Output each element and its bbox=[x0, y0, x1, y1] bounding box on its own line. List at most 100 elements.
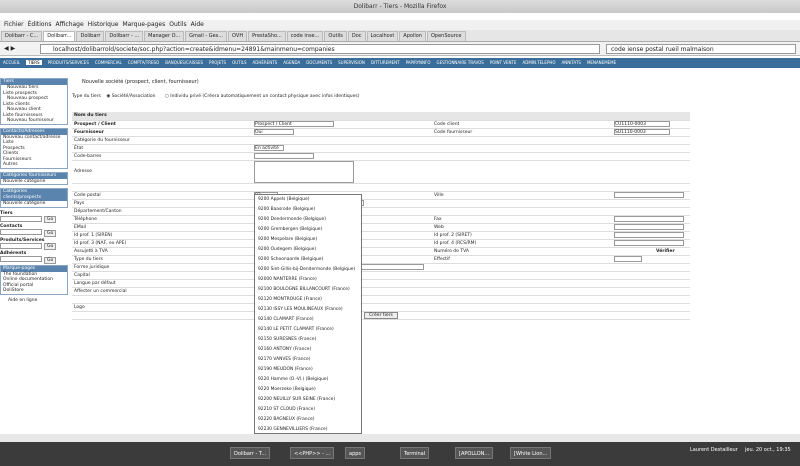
browser-tab[interactable]: Doc bbox=[347, 30, 366, 41]
taskbar-item[interactable]: Dolibarr - T... bbox=[230, 447, 271, 459]
zip-suggestion[interactable]: 9200 Appels (Belgique) bbox=[255, 195, 361, 205]
browser-tab[interactable]: Outils bbox=[324, 30, 347, 41]
main-menu-item[interactable]: MENANEMEME bbox=[587, 60, 616, 65]
main-menu-item[interactable]: ADMIN.TELEPHO bbox=[523, 60, 556, 65]
zip-suggestion[interactable]: 92160 ANTONY (France) bbox=[255, 345, 361, 355]
sidebar-link[interactable]: Nouvelle catégorie bbox=[1, 201, 67, 207]
browser-tab[interactable]: Apollon bbox=[399, 30, 426, 41]
search-input[interactable]: code iense postal rueil malmaison bbox=[606, 44, 796, 54]
zip-suggestion[interactable]: 92140 CLAMART (France) bbox=[255, 315, 361, 325]
zip-suggestion[interactable]: 92140 LE PETIT CLAMART (France) bbox=[255, 325, 361, 335]
main-menu-item[interactable]: ANNITATS bbox=[562, 60, 581, 65]
taskbar-item[interactable]: Terminal bbox=[400, 447, 430, 459]
radio-company[interactable]: ◉ Société/Association bbox=[106, 94, 155, 99]
sidebar-link[interactable]: DoliStore bbox=[1, 288, 67, 294]
search-field[interactable] bbox=[0, 242, 42, 249]
back-icon[interactable]: ◀ bbox=[4, 45, 9, 52]
staff-select[interactable] bbox=[614, 255, 642, 262]
zip-suggestion[interactable]: 9200 Oudegem (Belgique) bbox=[255, 245, 361, 255]
menu-item[interactable]: Affichage bbox=[56, 21, 84, 28]
menu-item[interactable]: Marque-pages bbox=[122, 21, 165, 28]
text-field[interactable] bbox=[254, 152, 314, 159]
browser-tab[interactable]: code inse... bbox=[286, 30, 324, 41]
zip-suggestion[interactable]: 92100 BOULOGNE BILLANCOURT (France) bbox=[255, 285, 361, 295]
zip-suggestion[interactable]: 92230 GENNEVILLIERS (France) bbox=[255, 425, 361, 433]
main-menu-item[interactable]: ACCUEIL bbox=[3, 60, 20, 65]
browser-tab[interactable]: Dolibarr - C... bbox=[1, 30, 43, 41]
main-menu-item[interactable]: COMPTA/TRESO bbox=[128, 60, 159, 65]
status-select[interactable]: En activité bbox=[254, 144, 284, 151]
main-menu-item[interactable]: PRODUITS/SERVICES bbox=[48, 60, 89, 65]
zip-suggestion[interactable]: 9220 Moerzeke (Belgique) bbox=[255, 385, 361, 395]
search-field[interactable] bbox=[0, 215, 42, 222]
sidebar-link[interactable]: Autres bbox=[1, 162, 67, 168]
menu-item[interactable]: Fichier bbox=[4, 21, 24, 28]
radio-individual[interactable]: ○ Individu privé (Créera automatiquement… bbox=[165, 94, 360, 99]
supplier-select[interactable]: Oui bbox=[254, 128, 294, 135]
zip-suggestion[interactable]: 92000 NANTERRE (France) bbox=[255, 275, 361, 285]
prospect-select[interactable]: Prospect / Client bbox=[254, 120, 334, 127]
zip-suggestion[interactable]: 9200 Mespelare (Belgique) bbox=[255, 235, 361, 245]
main-menu-item[interactable]: TIERS bbox=[26, 60, 42, 65]
taskbar-item[interactable]: <<PHP>> - ... bbox=[290, 447, 335, 459]
zip-suggestion[interactable]: 9200 Schoonaarde (Belgique) bbox=[255, 255, 361, 265]
zip-suggestion[interactable]: 92220 BAGNEUX (France) bbox=[255, 415, 361, 425]
go-button[interactable]: Go bbox=[44, 229, 57, 237]
zip-suggestion[interactable]: 92190 MEUDON (France) bbox=[255, 365, 361, 375]
browser-tab[interactable]: OVH bbox=[228, 30, 248, 41]
go-button[interactable]: Go bbox=[44, 216, 57, 223]
taskbar-item[interactable]: [White Lion... bbox=[510, 447, 552, 459]
main-menu-item[interactable]: DITTUREMENT bbox=[371, 60, 400, 65]
zip-suggestion[interactable]: 9200 Dendermonde (Belgique) bbox=[255, 215, 361, 225]
zip-suggestion[interactable]: 92210 ST CLOUD (France) bbox=[255, 405, 361, 415]
zip-suggestion[interactable]: 92120 MONTROUGE (France) bbox=[255, 295, 361, 305]
browser-tab[interactable]: Dolibarr bbox=[76, 30, 105, 41]
main-menu-item[interactable]: OUTILS bbox=[232, 60, 246, 65]
menu-item[interactable]: Éditions bbox=[28, 21, 52, 28]
main-menu-item[interactable]: AGENDA bbox=[283, 60, 300, 65]
zip-suggestion[interactable]: 92130 ISSY LES MOULINEAUX (France) bbox=[255, 305, 361, 315]
main-menu-item[interactable]: GESTIONNAIRE TRAVOS bbox=[437, 60, 484, 65]
taskbar-item[interactable]: [APOLLON... bbox=[455, 447, 494, 459]
browser-tab[interactable]: Manager O... bbox=[144, 30, 185, 41]
menu-item[interactable]: Outils bbox=[169, 21, 186, 28]
browser-tab[interactable]: Dolibarr - ... bbox=[105, 30, 144, 41]
address-textarea[interactable] bbox=[254, 160, 354, 183]
verify-link[interactable]: Vérifier bbox=[656, 249, 675, 254]
search-field[interactable] bbox=[0, 229, 42, 235]
sidebar-link[interactable]: Nouveau fournisseur bbox=[1, 118, 67, 124]
zip-suggestion[interactable]: 92200 NEUILLY SUR SEINE (France) bbox=[255, 395, 361, 405]
browser-tab[interactable]: Gmail - Ges... bbox=[185, 30, 228, 41]
create-button[interactable]: Créer tiers bbox=[364, 311, 398, 319]
search-field[interactable] bbox=[0, 256, 42, 262]
main-menu-item[interactable]: COMMERCIAL bbox=[95, 60, 122, 65]
text-field[interactable] bbox=[614, 191, 684, 198]
go-button[interactable]: Go bbox=[44, 243, 57, 250]
main-menu-item[interactable]: SUPERVISION bbox=[338, 60, 365, 65]
code-supplier-input[interactable]: SU1110-0003 bbox=[614, 128, 670, 135]
code-client-input[interactable]: CU1110-0003 bbox=[614, 120, 670, 127]
sidebar-link[interactable]: Nouvelle catégorie bbox=[1, 179, 67, 185]
url-input[interactable]: localhost/dolibarrold/societe/soc.php?ac… bbox=[40, 44, 600, 54]
text-field[interactable] bbox=[614, 231, 684, 238]
main-menu-item[interactable]: PROJETS bbox=[209, 60, 226, 65]
browser-tab[interactable]: PrestaSho... bbox=[248, 30, 286, 41]
forward-icon[interactable]: ▶ bbox=[11, 45, 16, 52]
browser-tab[interactable]: Localhost bbox=[366, 30, 399, 41]
main-menu-item[interactable]: ADHÉRENTS bbox=[253, 60, 278, 65]
zip-suggestion[interactable]: 9200 Baasrode (Belgique) bbox=[255, 205, 361, 215]
text-field[interactable] bbox=[614, 239, 684, 246]
text-field[interactable] bbox=[614, 223, 684, 230]
zip-suggestion[interactable]: 9200 Sint-Gillis-bij-Dendermonde (Belgiq… bbox=[255, 265, 361, 275]
go-button[interactable]: Go bbox=[44, 256, 57, 264]
taskbar-item[interactable]: apps bbox=[345, 447, 366, 459]
main-menu-item[interactable]: POINT VENTE bbox=[490, 60, 517, 65]
menu-item[interactable]: Aide bbox=[191, 21, 204, 28]
main-menu-item[interactable]: PAPIRYNNFO bbox=[406, 60, 431, 65]
zip-suggestion[interactable]: 9200 Grembergen (Belgique) bbox=[255, 225, 361, 235]
zip-suggestion[interactable]: 92150 SURESNES (France) bbox=[255, 335, 361, 345]
zip-suggestion[interactable]: 9220 Hamme (O.-Vl.) (Belgique) bbox=[255, 375, 361, 385]
main-menu-item[interactable]: BANQUES/CAISSES bbox=[165, 60, 203, 65]
help-link[interactable]: Aide en ligne bbox=[0, 298, 68, 303]
menu-item[interactable]: Historique bbox=[88, 21, 119, 28]
